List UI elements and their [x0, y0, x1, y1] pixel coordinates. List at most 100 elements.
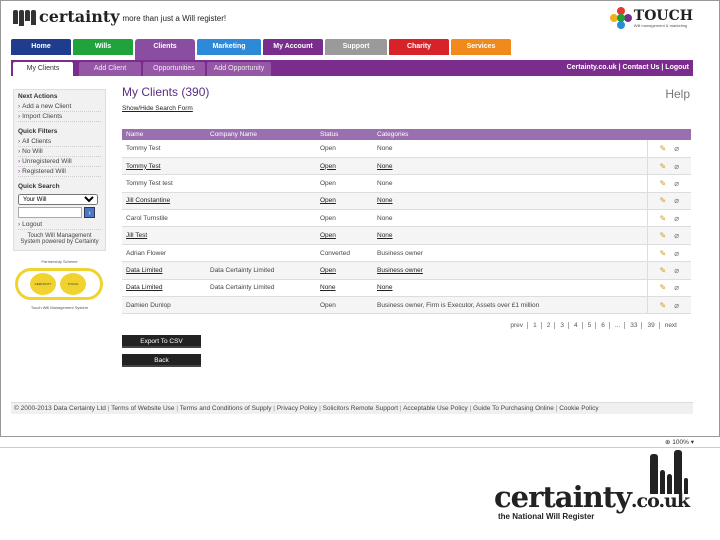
client-categories[interactable]: None — [377, 197, 393, 204]
help-link[interactable]: Help — [665, 87, 690, 101]
back-button[interactable]: Back — [122, 354, 201, 367]
footer-link[interactable]: Acceptable Use Policy — [398, 405, 468, 412]
col-categories[interactable]: Categories — [373, 129, 647, 140]
touch-logo[interactable]: TOUCH Will management & marketing — [609, 7, 693, 29]
page-link[interactable]: prev — [509, 322, 529, 329]
footer-link[interactable]: Terms of Website Use — [106, 405, 175, 412]
edit-icon[interactable]: ✎ — [659, 196, 666, 205]
edit-icon[interactable]: ✎ — [659, 301, 666, 310]
footer-link[interactable]: Privacy Policy — [272, 405, 318, 412]
page-link[interactable]: 4 — [573, 322, 583, 329]
client-categories: None — [377, 214, 393, 222]
page-link[interactable]: 2 — [546, 322, 556, 329]
edit-icon[interactable]: ✎ — [659, 179, 666, 188]
attachment-icon[interactable]: ⌀ — [674, 162, 679, 171]
footer-link[interactable]: Guide To Purchasing Online — [468, 405, 554, 412]
table-row[interactable]: Damien Dunlop Open Business owner, Firm is… — [122, 296, 691, 315]
edit-icon[interactable]: ✎ — [659, 249, 666, 258]
client-status[interactable]: Open — [320, 163, 336, 170]
page-link[interactable]: 6 — [600, 322, 610, 329]
partnership-badge[interactable]: Partnership Scheme CERTAINTY TOUCH Touch… — [13, 259, 106, 314]
edit-icon[interactable]: ✎ — [659, 214, 666, 223]
sidebar-item-import-clients[interactable]: Import Clients — [18, 112, 101, 122]
col-company[interactable]: Company Name — [206, 129, 316, 140]
page-link[interactable]: 39 — [646, 322, 660, 329]
client-name[interactable]: Tommy Test — [126, 163, 161, 170]
search-input[interactable] — [18, 207, 82, 218]
attachment-icon[interactable]: ⌀ — [674, 301, 679, 310]
filter-all-clients[interactable]: All Clients — [18, 137, 101, 147]
subtab-my-clients[interactable]: My Clients — [13, 62, 73, 76]
export-csv-button[interactable]: Export To CSV — [122, 335, 201, 348]
page-link[interactable]: 5 — [587, 322, 597, 329]
footer-link[interactable]: Cookie Policy — [554, 405, 599, 412]
nav-tab-marketing[interactable]: Marketing — [197, 39, 261, 55]
nav-tab-services[interactable]: Services — [451, 39, 511, 55]
col-name[interactable]: Name — [122, 129, 206, 140]
table-row[interactable]: Carol Turnstile Open None ✎ ⌀ — [122, 209, 691, 228]
nav-tab-clients[interactable]: Clients — [135, 39, 195, 60]
table-row[interactable]: Jill Test Open None ✎ ⌀ — [122, 226, 691, 245]
table-row[interactable]: Data Limited Data Certainty Limited None No… — [122, 279, 691, 298]
client-name[interactable]: Data Limited — [126, 284, 163, 291]
footer-link[interactable]: Terms and Conditions of Supply — [175, 405, 272, 412]
edit-icon[interactable]: ✎ — [659, 162, 666, 171]
attachment-icon[interactable]: ⌀ — [674, 283, 679, 292]
subtab-add-client[interactable]: Add Client — [79, 62, 141, 76]
attachment-icon[interactable]: ⌀ — [674, 179, 679, 188]
filter-no-will[interactable]: No Will — [18, 147, 101, 157]
page-link[interactable]: next — [664, 322, 681, 329]
client-status[interactable]: Open — [320, 267, 336, 274]
page-link[interactable]: ... — [614, 322, 626, 329]
table-row[interactable]: Jill Constantine Open None ✎ ⌀ — [122, 192, 691, 211]
edit-icon[interactable]: ✎ — [659, 231, 666, 240]
client-categories[interactable]: None — [377, 163, 393, 170]
account-links[interactable]: Certainty.co.uk | Contact Us | Logout — [567, 60, 689, 76]
zoom-level[interactable]: ⊕ 100% ▾ — [665, 438, 694, 446]
client-status[interactable]: Open — [320, 197, 336, 204]
table-row[interactable]: Data Limited Data Certainty Limited Open Bu… — [122, 261, 691, 280]
filter-registered-will[interactable]: Registered Will — [18, 167, 101, 177]
col-status[interactable]: Status — [316, 129, 373, 140]
edit-icon[interactable]: ✎ — [659, 283, 666, 292]
table-row[interactable]: Tommy Test test Open None ✎ ⌀ — [122, 174, 691, 193]
attachment-icon[interactable]: ⌀ — [674, 196, 679, 205]
subtab-opportunities[interactable]: Opportunities — [143, 62, 205, 76]
nav-tab-support[interactable]: Support — [325, 39, 387, 55]
search-type-select[interactable]: Your Will — [18, 194, 98, 205]
client-status[interactable]: None — [320, 284, 336, 291]
client-categories[interactable]: None — [377, 284, 393, 291]
filter-unregistered-will[interactable]: Unregistered Will — [18, 157, 101, 167]
edit-icon[interactable]: ✎ — [659, 144, 666, 153]
client-name[interactable]: Jill Constantine — [126, 197, 170, 204]
nav-tab-charity[interactable]: Charity — [389, 39, 449, 55]
edit-icon[interactable]: ✎ — [659, 266, 666, 275]
client-name[interactable]: Jill Test — [126, 232, 147, 239]
page-link[interactable]: 3 — [559, 322, 569, 329]
attachment-icon[interactable]: ⌀ — [674, 266, 679, 275]
logo-name: certainty — [39, 7, 120, 26]
footer-link[interactable]: Solicitors Remote Support — [317, 405, 398, 412]
attachment-icon[interactable]: ⌀ — [674, 231, 679, 240]
search-toggle-link[interactable]: Show/Hide Search Form — [122, 105, 691, 112]
search-button[interactable]: › — [84, 207, 95, 218]
nav-tab-my-account[interactable]: My Account — [263, 39, 323, 55]
attachment-icon[interactable]: ⌀ — [674, 249, 679, 258]
table-row[interactable]: Tommy Test Open None ✎ ⌀ — [122, 140, 691, 158]
sidebar-item-add-client[interactable]: Add a new Client — [18, 102, 101, 112]
client-categories[interactable]: None — [377, 232, 393, 239]
attachment-icon[interactable]: ⌀ — [674, 214, 679, 223]
table-row[interactable]: Tommy Test Open None ✎ ⌀ — [122, 157, 691, 176]
client-categories[interactable]: Business owner — [377, 267, 423, 274]
sidebar-item-logout[interactable]: Logout — [18, 220, 101, 230]
client-status[interactable]: Open — [320, 232, 336, 239]
page-link[interactable]: 1 — [532, 322, 542, 329]
certainty-logo[interactable]: certainty more than just a Will register… — [13, 7, 226, 26]
client-name[interactable]: Data Limited — [126, 267, 163, 274]
page-link[interactable]: 33 — [629, 322, 643, 329]
subtab-add-opportunity[interactable]: Add Opportunity — [207, 62, 271, 76]
nav-tab-home[interactable]: Home — [11, 39, 71, 55]
table-row[interactable]: Adrian Flower Converted Business owner ✎ ⌀ — [122, 244, 691, 263]
nav-tab-wills[interactable]: Wills — [73, 39, 133, 55]
attachment-icon[interactable]: ⌀ — [674, 144, 679, 153]
